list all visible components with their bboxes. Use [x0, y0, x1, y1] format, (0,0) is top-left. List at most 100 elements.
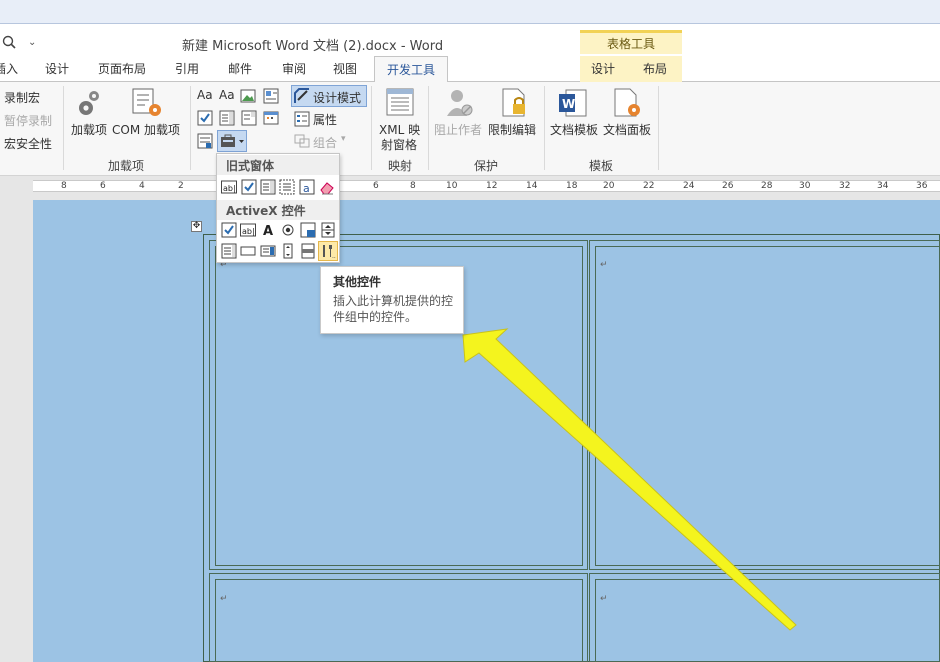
- activex-toggle-button-icon[interactable]: [300, 243, 316, 259]
- design-mode-label: 设计模式: [313, 91, 362, 105]
- addins-button[interactable]: 加载项: [71, 121, 107, 138]
- picture-control-icon[interactable]: [240, 88, 256, 104]
- legacy-text-field-icon[interactable]: ab|: [221, 179, 237, 195]
- ruler-number: 10: [446, 181, 458, 191]
- table-move-handle-icon[interactable]: ✥: [191, 221, 202, 232]
- tab-mailings[interactable]: 邮件: [228, 60, 252, 77]
- activex-command-button-icon[interactable]: [240, 243, 256, 259]
- toolbox-icon: [221, 134, 244, 147]
- separator: [371, 86, 372, 170]
- ruler-number: 6: [373, 181, 379, 191]
- ruler-number: 22: [643, 181, 655, 191]
- ruler-number: 26: [722, 181, 734, 191]
- search-icon[interactable]: [2, 35, 16, 49]
- tab-developer[interactable]: 开发工具: [374, 56, 448, 83]
- restrict-editing-button[interactable]: 限制编辑: [488, 121, 536, 138]
- tab-review[interactable]: 审阅: [282, 60, 306, 77]
- ruler-number: 8: [61, 181, 67, 191]
- svg-text:a: a: [303, 182, 310, 195]
- activex-combo-box-icon[interactable]: [260, 243, 276, 259]
- ruler-number: 24: [683, 181, 695, 191]
- legacy-forms-header: 旧式窗体: [217, 155, 339, 175]
- activex-image-icon[interactable]: [300, 222, 316, 238]
- activex-list-box-icon[interactable]: [221, 243, 237, 259]
- protect-group-label: 保护: [474, 159, 499, 173]
- properties-button[interactable]: 属性: [313, 111, 337, 128]
- activex-text-box-icon[interactable]: ab|: [240, 222, 256, 238]
- ruler-number: 6: [100, 181, 106, 191]
- com-addins-button[interactable]: COM 加载项: [112, 121, 180, 138]
- tab-table-layout[interactable]: 布局: [643, 60, 667, 77]
- annotation-arrow: [462, 328, 797, 631]
- ruler-number: 30: [799, 181, 811, 191]
- activex-spin-button-icon[interactable]: [320, 222, 336, 238]
- separator: [63, 86, 64, 170]
- document-template-button[interactable]: 文档模板: [550, 121, 598, 138]
- design-mode-icon: [294, 88, 309, 103]
- rich-text-control-button[interactable]: Aa: [197, 88, 213, 102]
- legacy-checkbox-icon[interactable]: [241, 179, 257, 195]
- svg-text:...: ...: [332, 253, 336, 259]
- activex-controls-header: ActiveX 控件: [217, 200, 339, 220]
- separator: [190, 86, 191, 170]
- activex-label-icon[interactable]: A: [260, 222, 276, 238]
- window-title: 新建 Microsoft Word 文档 (2).docx - Word: [182, 39, 444, 54]
- checkbox-control-icon[interactable]: [197, 110, 213, 126]
- activex-checkbox-icon[interactable]: [221, 222, 237, 238]
- separator: [544, 86, 545, 170]
- ruler-number: 28: [761, 181, 773, 191]
- eraser-icon[interactable]: [319, 179, 335, 195]
- tab-page-layout[interactable]: 页面布局: [98, 60, 146, 77]
- macro-security-button[interactable]: 宏安全性: [4, 135, 52, 152]
- group-button[interactable]: 组合: [313, 134, 337, 151]
- ruler-number: 12: [486, 181, 498, 191]
- tab-design[interactable]: 设计: [45, 60, 69, 77]
- paragraph-mark-icon: ↵: [220, 594, 228, 604]
- document-panel-icon: [614, 88, 640, 117]
- com-addins-icon: [132, 88, 161, 116]
- tab-references[interactable]: 引用: [175, 60, 199, 77]
- plain-text-control-button[interactable]: Aa: [219, 88, 235, 102]
- activex-option-button-icon[interactable]: [280, 222, 296, 238]
- svg-text:ab|: ab|: [242, 227, 255, 236]
- ruler-number: 14: [526, 181, 538, 191]
- group-icon: [294, 134, 310, 148]
- combo-box-icon[interactable]: [219, 110, 235, 126]
- tab-table-design[interactable]: 设计: [591, 60, 615, 77]
- tooltip-title: 其他控件: [333, 275, 382, 289]
- top-strip: [0, 0, 940, 24]
- ruler-number: 18: [566, 181, 578, 191]
- ruler-number: 8: [410, 181, 416, 191]
- tab-insert[interactable]: 插入: [0, 60, 18, 77]
- more-controls-tooltip: 其他控件 插入此计算机提供的控件组中的控件。: [320, 266, 464, 334]
- mapping-group-label: 映射: [388, 159, 413, 173]
- xml-mapping-line2[interactable]: 射窗格: [381, 136, 417, 153]
- block-authors-icon: [447, 90, 473, 116]
- qat-dropdown-icon[interactable]: ⌄: [28, 37, 36, 48]
- activex-scroll-bar-icon[interactable]: [280, 243, 296, 259]
- templates-group-label: 模板: [589, 159, 614, 173]
- tab-view[interactable]: 视图: [333, 60, 357, 77]
- legacy-frame-icon[interactable]: [279, 179, 295, 195]
- gear-icon: [79, 91, 99, 115]
- legacy-dropdown-icon[interactable]: [260, 179, 276, 195]
- form-field-shading-icon[interactable]: a: [299, 179, 315, 195]
- building-block-icon[interactable]: [263, 88, 279, 104]
- pause-recording-button[interactable]: 暂停录制: [4, 112, 52, 129]
- document-panel-button[interactable]: 文档面板: [603, 121, 651, 138]
- record-macro-button[interactable]: 录制宏: [4, 89, 40, 106]
- block-authors-button[interactable]: 阻止作者: [434, 121, 482, 138]
- svg-text:A: A: [263, 224, 273, 238]
- addins-group-label: 加载项: [108, 159, 145, 173]
- ruler-number: 36: [916, 181, 928, 191]
- properties-icon: [294, 111, 310, 127]
- ruler-number: 20: [603, 181, 615, 191]
- repeating-section-icon[interactable]: [197, 133, 213, 149]
- ruler-number: 32: [839, 181, 851, 191]
- dropdown-list-icon[interactable]: [241, 110, 257, 126]
- group-dropdown-icon: ▾: [341, 134, 346, 144]
- date-picker-icon[interactable]: [263, 110, 279, 126]
- ruler-number: 34: [877, 181, 889, 191]
- tooltip-description: 插入此计算机提供的控件组中的控件。: [333, 294, 454, 324]
- more-controls-icon: ...: [323, 245, 336, 259]
